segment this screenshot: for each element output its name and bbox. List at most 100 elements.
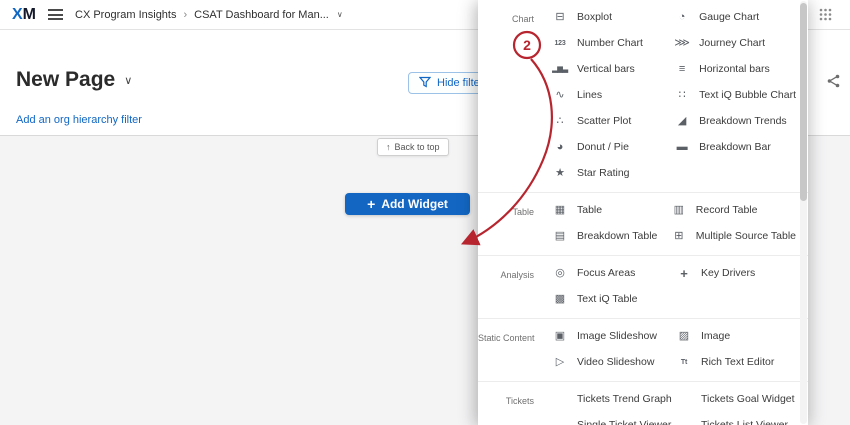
menu-item-gauge-chart[interactable]: ◔Gauge Chart: [670, 4, 796, 30]
breakdown-table-icon: ▤: [552, 231, 568, 242]
scrollbar-thumb[interactable]: [800, 3, 807, 201]
menu-item-single-ticket-viewer[interactable]: Single Ticket Viewer: [548, 412, 672, 425]
analysis-items: ◎Focus Areas + Key Drivers ▩Text iQ Table: [548, 260, 796, 312]
menu-item-label: Donut / Pie: [577, 141, 629, 153]
menu-item-horizontal-bars[interactable]: ≡ Horizontal bars: [670, 56, 796, 82]
breadcrumb-dashboard[interactable]: CSAT Dashboard for Man...: [194, 9, 329, 21]
menu-item-label: Text iQ Table: [577, 293, 638, 305]
org-hierarchy-filter-link[interactable]: Add an org hierarchy filter: [16, 114, 142, 126]
menu-section-chart: Chart ⊟ Boxplot ◔Gauge Chart 123Number Ch…: [478, 0, 808, 193]
add-widget-label: Add Widget: [381, 197, 448, 211]
menu-item-label: Single Ticket Viewer: [577, 419, 671, 425]
menu-item-focus-areas[interactable]: ◎Focus Areas: [548, 260, 672, 286]
journey-chart-icon: ⋙: [674, 38, 690, 49]
breakdown-bar-icon: ▬: [674, 142, 690, 153]
add-widget-button[interactable]: + Add Widget: [345, 193, 470, 215]
menu-section-analysis: Analysis ◎Focus Areas + Key Drivers ▩Text…: [478, 256, 808, 319]
plus-icon: +: [367, 197, 375, 211]
gauge-chart-icon: ◔: [674, 12, 690, 23]
app-launcher-icon[interactable]: [819, 8, 832, 26]
back-to-top-label: Back to top: [395, 142, 440, 152]
section-label-chart: Chart: [478, 4, 548, 186]
menu-item-tickets-goal-widget[interactable]: Tickets Goal Widget: [672, 386, 796, 412]
chart-items: ⊟ Boxplot ◔Gauge Chart 123Number Chart ⋙J…: [548, 4, 796, 186]
menu-item-label: Focus Areas: [577, 267, 635, 279]
menu-item-breakdown-bar[interactable]: ▬ Breakdown Bar: [670, 134, 796, 160]
widget-menu-panel: Chart ⊟ Boxplot ◔Gauge Chart 123Number Ch…: [478, 0, 808, 425]
menu-item-donut-pie[interactable]: ◕ Donut / Pie: [548, 134, 670, 160]
menu-item-scatter-plot[interactable]: ∴ Scatter Plot: [548, 108, 670, 134]
multiple-source-table-icon: ⊞: [671, 231, 687, 242]
menu-item-label: Multiple Source Table: [696, 230, 796, 242]
xm-logo[interactable]: XM: [12, 7, 36, 23]
page-title-text: New Page: [16, 68, 115, 92]
breadcrumb-separator: ›: [183, 9, 187, 21]
menu-item-key-drivers[interactable]: + Key Drivers: [672, 260, 796, 286]
chevron-down-icon[interactable]: ∨: [337, 10, 343, 19]
menu-item-number-chart[interactable]: 123Number Chart: [548, 30, 670, 56]
menu-item-label: Image Slideshow: [577, 330, 657, 342]
menu-item-boxplot[interactable]: ⊟ Boxplot: [548, 4, 670, 30]
menu-section-static-content: Static Content ▣Image Slideshow ▨ Image ▷…: [478, 319, 808, 382]
arrow-up-icon: ↑: [386, 142, 391, 152]
section-label-analysis: Analysis: [478, 260, 548, 312]
key-drivers-icon: +: [676, 267, 692, 280]
table-items: ▦ Table ▥Record Table ▤Breakdown Table ⊞ M…: [548, 197, 796, 249]
menu-item-label: Text iQ Bubble Chart: [699, 89, 796, 101]
table-icon: ▦: [552, 205, 568, 216]
section-label-table: Table: [478, 197, 548, 249]
menu-item-text-iq-bubble-chart[interactable]: ∷Text iQ Bubble Chart: [670, 82, 796, 108]
vertical-bars-icon: ▂▆▃: [552, 66, 568, 73]
menu-item-label: Lines: [577, 89, 602, 101]
hamburger-menu-icon[interactable]: [48, 9, 63, 20]
menu-item-label: Tickets Trend Graph: [577, 393, 672, 405]
menu-item-rich-text-editor[interactable]: TtRich Text Editor: [672, 349, 796, 375]
boxplot-icon: ⊟: [552, 12, 568, 23]
page-title: New Page ∨: [16, 68, 132, 92]
menu-item-tickets-trend-graph[interactable]: Tickets Trend Graph: [548, 386, 672, 412]
menu-item-tickets-list-viewer[interactable]: Tickets List Viewer: [672, 412, 796, 425]
section-label-static-content: Static Content: [478, 323, 548, 375]
menu-item-journey-chart[interactable]: ⋙Journey Chart: [670, 30, 796, 56]
breadcrumb-project[interactable]: CX Program Insights: [75, 9, 176, 21]
menu-item-label: Key Drivers: [701, 267, 755, 279]
static-content-items: ▣Image Slideshow ▨ Image ▷ Video Slideshow…: [548, 323, 796, 375]
image-icon: ▨: [676, 331, 692, 342]
menu-item-label: Horizontal bars: [699, 63, 770, 75]
menu-item-multiple-source-table[interactable]: ⊞ Multiple Source Table: [667, 223, 796, 249]
menu-item-label: Tickets List Viewer: [701, 419, 788, 425]
video-slideshow-icon: ▷: [552, 357, 568, 368]
menu-item-video-slideshow[interactable]: ▷ Video Slideshow: [548, 349, 672, 375]
scrollbar-track[interactable]: [800, 1, 807, 424]
horizontal-bars-icon: ≡: [674, 64, 690, 75]
menu-item-text-iq-table[interactable]: ▩Text iQ Table: [548, 286, 672, 312]
menu-item-star-rating[interactable]: ★ Star Rating: [548, 160, 670, 186]
scatter-plot-icon: ∴: [552, 116, 568, 127]
menu-item-label: Video Slideshow: [577, 356, 654, 368]
rich-text-editor-icon: Tt: [676, 359, 692, 366]
menu-item-label: Scatter Plot: [577, 115, 631, 127]
menu-item-label: Star Rating: [577, 167, 630, 179]
menu-item-label: Table: [577, 204, 602, 216]
menu-item-table[interactable]: ▦ Table: [548, 197, 667, 223]
menu-section-tickets: Tickets Tickets Trend Graph Tickets Goal…: [478, 382, 808, 425]
menu-item-label: Breakdown Bar: [699, 141, 771, 153]
star-rating-icon: ★: [552, 168, 568, 179]
menu-item-label: Record Table: [696, 204, 758, 216]
menu-item-vertical-bars[interactable]: ▂▆▃Vertical bars: [548, 56, 670, 82]
menu-item-image[interactable]: ▨ Image: [672, 323, 796, 349]
xm-logo-m: M: [23, 6, 36, 23]
page-title-chevron-icon[interactable]: ∨: [124, 74, 132, 87]
menu-item-breakdown-trends[interactable]: ◢Breakdown Trends: [670, 108, 796, 134]
menu-item-breakdown-table[interactable]: ▤Breakdown Table: [548, 223, 667, 249]
menu-item-label: Image: [701, 330, 730, 342]
menu-item-label: Boxplot: [577, 11, 612, 23]
back-to-top-button[interactable]: ↑ Back to top: [377, 138, 449, 156]
menu-item-record-table[interactable]: ▥Record Table: [667, 197, 796, 223]
donut-pie-icon: ◕: [552, 142, 568, 153]
menu-item-label: Breakdown Trends: [699, 115, 787, 127]
lines-icon: ∿: [552, 90, 568, 101]
share-icon[interactable]: [827, 74, 840, 93]
menu-item-image-slideshow[interactable]: ▣Image Slideshow: [548, 323, 672, 349]
menu-item-lines[interactable]: ∿ Lines: [548, 82, 670, 108]
